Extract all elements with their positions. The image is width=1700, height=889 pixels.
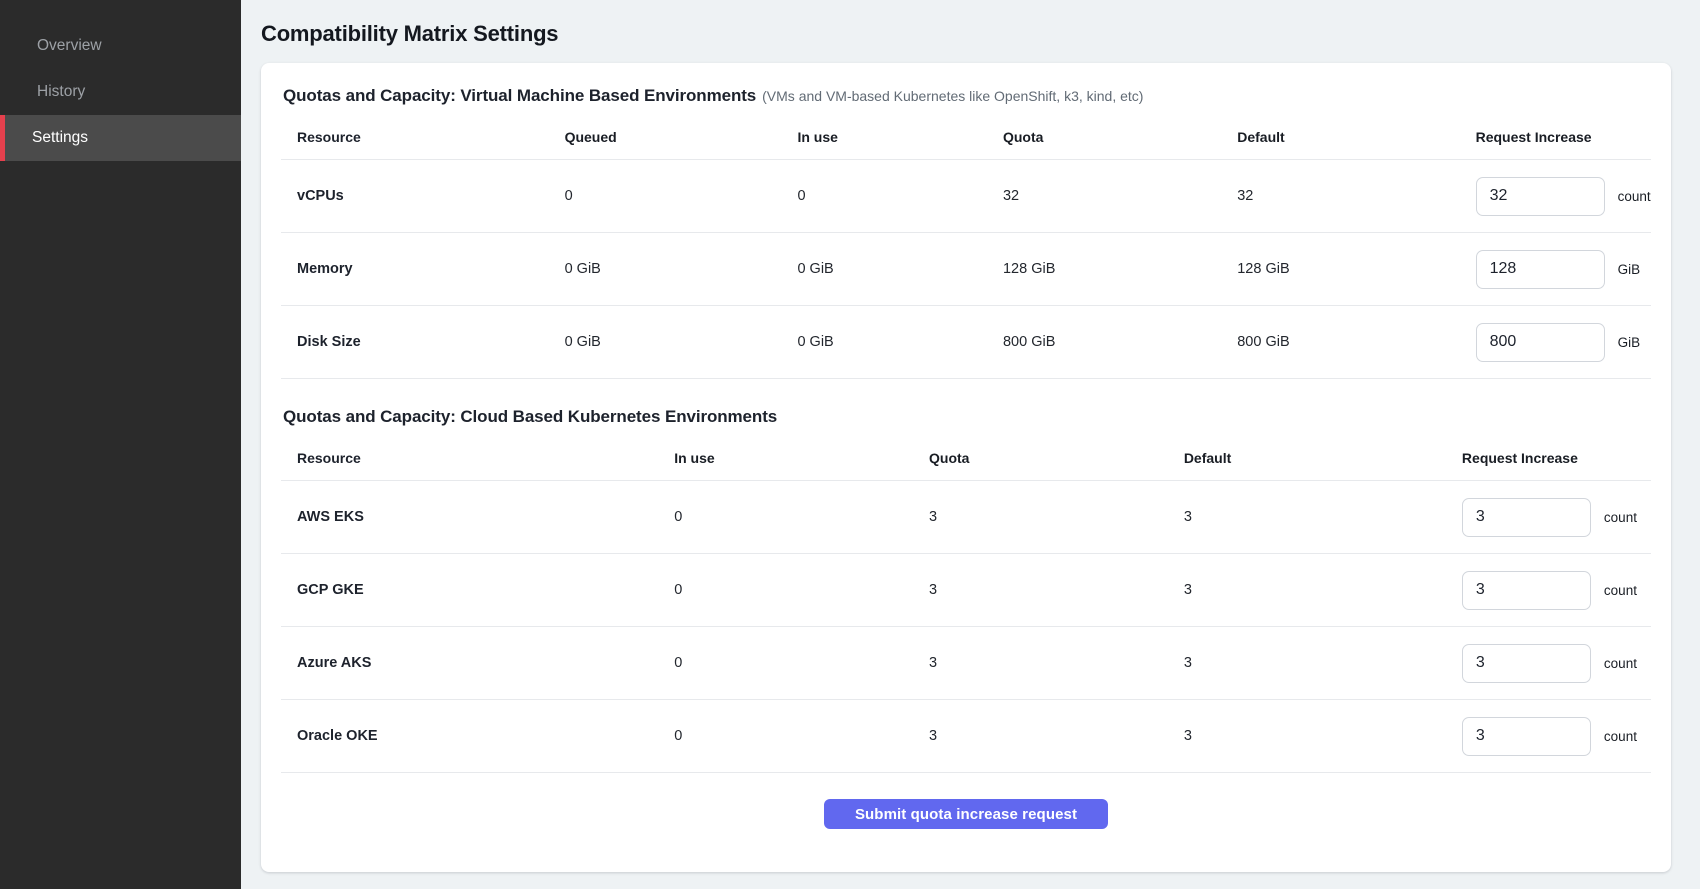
vcpus-request-input[interactable] xyxy=(1476,177,1605,216)
table-row-azure-aks: Azure AKS 0 3 3 count xyxy=(281,627,1651,700)
resource-name: Azure AKS xyxy=(281,655,674,671)
sidebar: Overview History Settings xyxy=(0,0,241,889)
resource-name: Oracle OKE xyxy=(281,728,674,744)
request-increase-cell: GiB xyxy=(1476,250,1651,289)
table-row-gcp-gke: GCP GKE 0 3 3 count xyxy=(281,554,1651,627)
submit-row: Submit quota increase request xyxy=(281,799,1651,829)
sidebar-item-history[interactable]: History xyxy=(0,69,241,115)
vm-col-queued: Queued xyxy=(565,129,798,145)
default-value: 3 xyxy=(1184,655,1462,671)
unit-label: count xyxy=(1604,583,1637,598)
cloud-col-in-use: In use xyxy=(674,450,929,466)
in-use-value: 0 xyxy=(674,655,929,671)
submit-quota-increase-button[interactable]: Submit quota increase request xyxy=(824,799,1108,829)
azure-aks-request-input[interactable] xyxy=(1462,644,1591,683)
sidebar-item-overview[interactable]: Overview xyxy=(0,23,241,69)
default-value: 32 xyxy=(1237,188,1475,204)
cloud-col-default: Default xyxy=(1184,450,1462,466)
request-increase-cell: count xyxy=(1462,717,1651,756)
unit-label: count xyxy=(1604,510,1637,525)
table-row-memory: Memory 0 GiB 0 GiB 128 GiB 128 GiB GiB xyxy=(281,233,1651,306)
main-content: Compatibility Matrix Settings Quotas and… xyxy=(241,0,1700,889)
default-value: 3 xyxy=(1184,582,1462,598)
vm-col-in-use: In use xyxy=(797,129,1003,145)
vm-quotas-section: Quotas and Capacity: Virtual Machine Bas… xyxy=(281,86,1651,379)
quota-value: 3 xyxy=(929,655,1184,671)
in-use-value: 0 xyxy=(674,728,929,744)
sidebar-item-settings[interactable]: Settings xyxy=(0,115,241,161)
cloud-col-resource: Resource xyxy=(281,450,674,466)
unit-label: count xyxy=(1618,189,1651,204)
default-value: 128 GiB xyxy=(1237,261,1475,277)
in-use-value: 0 xyxy=(797,188,1003,204)
vm-section-title-text: Quotas and Capacity: Virtual Machine Bas… xyxy=(283,86,756,105)
vm-col-request-increase: Request Increase xyxy=(1476,129,1651,145)
unit-label: GiB xyxy=(1618,262,1641,277)
vm-col-quota: Quota xyxy=(1003,129,1237,145)
default-value: 800 GiB xyxy=(1237,334,1475,350)
table-row-vcpus: vCPUs 0 0 32 32 count xyxy=(281,160,1651,233)
unit-label: count xyxy=(1604,729,1637,744)
unit-label: count xyxy=(1604,656,1637,671)
table-row-disk-size: Disk Size 0 GiB 0 GiB 800 GiB 800 GiB Gi… xyxy=(281,306,1651,379)
vm-section-title: Quotas and Capacity: Virtual Machine Bas… xyxy=(283,86,1651,106)
request-increase-cell: GiB xyxy=(1476,323,1651,362)
quota-value: 800 GiB xyxy=(1003,334,1237,350)
resource-name: AWS EKS xyxy=(281,509,674,525)
memory-request-input[interactable] xyxy=(1476,250,1605,289)
queued-value: 0 GiB xyxy=(565,334,798,350)
unit-label: GiB xyxy=(1618,335,1641,350)
vm-section-subtitle: (VMs and VM-based Kubernetes like OpenSh… xyxy=(762,88,1143,104)
disk-size-request-input[interactable] xyxy=(1476,323,1605,362)
request-increase-cell: count xyxy=(1462,644,1651,683)
in-use-value: 0 GiB xyxy=(797,334,1003,350)
cloud-table-header: Resource In use Quota Default Request In… xyxy=(281,427,1651,481)
table-row-aws-eks: AWS EKS 0 3 3 count xyxy=(281,481,1651,554)
request-increase-cell: count xyxy=(1462,571,1651,610)
page-title: Compatibility Matrix Settings xyxy=(261,21,1671,46)
quota-value: 128 GiB xyxy=(1003,261,1237,277)
in-use-value: 0 GiB xyxy=(797,261,1003,277)
quota-value: 3 xyxy=(929,728,1184,744)
queued-value: 0 GiB xyxy=(565,261,798,277)
quota-value: 3 xyxy=(929,582,1184,598)
vm-col-resource: Resource xyxy=(281,129,565,145)
resource-name: Disk Size xyxy=(281,334,565,350)
in-use-value: 0 xyxy=(674,582,929,598)
cloud-col-request-increase: Request Increase xyxy=(1462,450,1651,466)
quota-value: 32 xyxy=(1003,188,1237,204)
cloud-col-quota: Quota xyxy=(929,450,1184,466)
in-use-value: 0 xyxy=(674,509,929,525)
resource-name: GCP GKE xyxy=(281,582,674,598)
gcp-gke-request-input[interactable] xyxy=(1462,571,1591,610)
resource-name: Memory xyxy=(281,261,565,277)
resource-name: vCPUs xyxy=(281,188,565,204)
aws-eks-request-input[interactable] xyxy=(1462,498,1591,537)
settings-card: Quotas and Capacity: Virtual Machine Bas… xyxy=(261,63,1671,872)
request-increase-cell: count xyxy=(1476,177,1651,216)
default-value: 3 xyxy=(1184,509,1462,525)
cloud-quotas-section: Quotas and Capacity: Cloud Based Kuberne… xyxy=(281,407,1651,773)
oracle-oke-request-input[interactable] xyxy=(1462,717,1591,756)
vm-table-header: Resource Queued In use Quota Default Req… xyxy=(281,106,1651,160)
vm-col-default: Default xyxy=(1237,129,1475,145)
request-increase-cell: count xyxy=(1462,498,1651,537)
table-row-oracle-oke: Oracle OKE 0 3 3 count xyxy=(281,700,1651,773)
queued-value: 0 xyxy=(565,188,798,204)
default-value: 3 xyxy=(1184,728,1462,744)
quota-value: 3 xyxy=(929,509,1184,525)
cloud-section-title: Quotas and Capacity: Cloud Based Kuberne… xyxy=(283,407,1651,427)
